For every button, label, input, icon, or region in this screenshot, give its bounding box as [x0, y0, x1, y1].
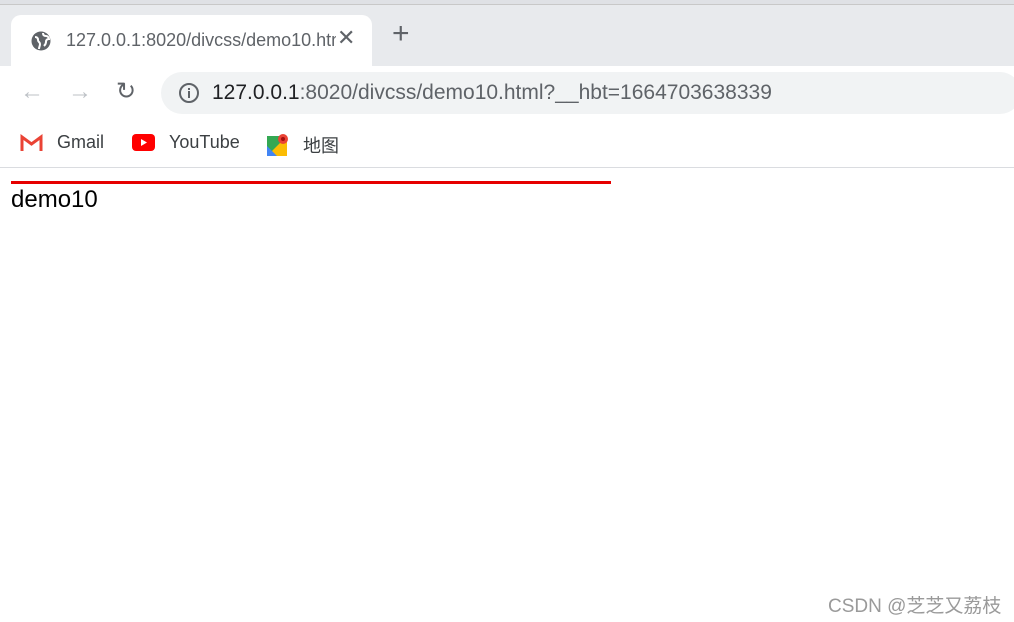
youtube-icon [132, 134, 155, 151]
tab-title: 127.0.0.1:8020/divcss/demo10.html [66, 30, 336, 50]
bookmark-maps[interactable]: 地图 [267, 132, 339, 158]
address-bar[interactable]: 127.0.0.1:8020/divcss/demo10.html?__hbt=… [161, 72, 1014, 114]
toolbar: ← → ↻ 127.0.0.1:8020/divcss/demo10.html?… [0, 66, 1014, 122]
bookmark-label: 地图 [303, 136, 339, 156]
url-host: 127.0.0.1 [212, 81, 300, 104]
bookmarks-bar: Gmail YouTube 地图 [0, 122, 1014, 168]
bookmark-label: YouTube [169, 132, 240, 152]
info-icon[interactable] [178, 82, 200, 104]
close-icon[interactable]: ✕ [337, 25, 355, 51]
url-text[interactable]: 127.0.0.1:8020/divcss/demo10.html?__hbt=… [212, 81, 772, 105]
active-tab[interactable]: 127.0.0.1:8020/divcss/demo10.html ✕ [11, 15, 372, 66]
tab-bar: 127.0.0.1:8020/divcss/demo10.html ✕ + [0, 5, 1014, 66]
gmail-icon [20, 133, 43, 151]
globe-icon [31, 31, 51, 51]
bookmark-youtube[interactable]: YouTube [132, 132, 240, 153]
forward-button[interactable]: → [68, 78, 92, 106]
reload-button[interactable]: ↻ [116, 78, 136, 106]
bookmark-gmail[interactable]: Gmail [20, 132, 104, 153]
bookmark-label: Gmail [57, 132, 105, 152]
page-text: demo10 [11, 186, 98, 213]
new-tab-button[interactable]: + [392, 19, 410, 49]
red-horizontal-rule [11, 181, 611, 184]
url-path: :8020/divcss/demo10.html?__hbt=166470363… [299, 81, 772, 104]
maps-icon [267, 134, 288, 156]
watermark: CSDN @芝芝又荔枝 [828, 596, 1002, 617]
back-button[interactable]: ← [20, 78, 44, 106]
